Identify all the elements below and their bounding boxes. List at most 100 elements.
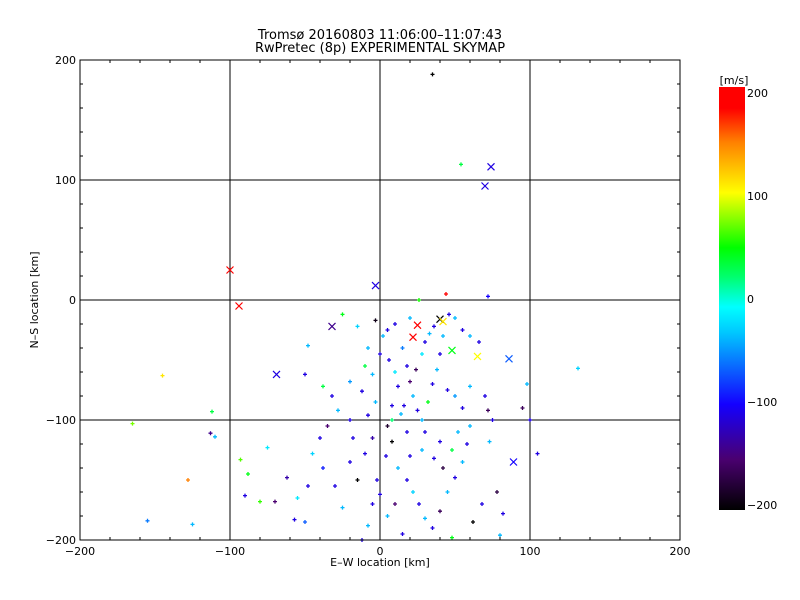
data-point-plus xyxy=(285,475,289,480)
data-point-plus xyxy=(210,409,214,414)
data-point-plus xyxy=(405,364,409,368)
data-point-plus xyxy=(366,346,370,350)
data-point-plus xyxy=(405,478,409,482)
data-point-plus xyxy=(477,340,481,344)
data-point-plus xyxy=(363,364,367,368)
x-tick-label: 200 xyxy=(670,545,691,558)
data-point-plus xyxy=(468,334,472,338)
colorbar-label: [m/s] xyxy=(720,74,749,87)
data-point-plus xyxy=(445,490,450,494)
data-point-plus xyxy=(414,367,418,372)
data-point-plus xyxy=(445,388,450,392)
data-point-plus xyxy=(160,373,165,378)
data-point-plus xyxy=(130,421,135,426)
x-axis-label: E–W location [km] xyxy=(330,556,430,569)
data-point-plus xyxy=(385,424,390,428)
data-point-plus xyxy=(330,394,334,398)
data-point-plus xyxy=(396,384,400,389)
data-point-plus xyxy=(430,382,435,386)
data-point-plus xyxy=(408,454,412,458)
data-point-plus xyxy=(348,460,352,464)
data-point-cross xyxy=(481,182,489,190)
data-point-plus xyxy=(295,496,300,500)
data-point-plus xyxy=(450,448,454,452)
data-point-plus xyxy=(393,502,397,506)
data-point-plus xyxy=(399,412,403,416)
data-point-plus xyxy=(438,352,442,356)
data-point-plus xyxy=(495,490,499,494)
scatter-chart: −200 −100 0 100 200 −200 −100 0 100 200 E–W locat… xyxy=(28,54,777,569)
data-point-plus xyxy=(411,490,415,494)
data-point-plus xyxy=(186,478,190,482)
data-point-plus xyxy=(460,406,465,410)
data-point-plus xyxy=(447,312,451,317)
data-point-plus xyxy=(468,384,472,389)
data-point-plus xyxy=(373,318,378,323)
data-point-plus xyxy=(348,379,352,384)
data-point-plus xyxy=(396,466,400,470)
data-point-plus xyxy=(417,298,421,302)
data-point-plus xyxy=(420,418,424,422)
data-point-cross xyxy=(487,162,495,171)
data-point-plus xyxy=(258,499,262,504)
data-point-plus xyxy=(348,418,352,422)
data-point-plus xyxy=(238,457,243,462)
data-point-plus xyxy=(370,502,375,506)
x-tick-label: 100 xyxy=(520,545,541,558)
data-point-plus xyxy=(292,517,297,522)
data-point-cross xyxy=(328,322,336,331)
data-point-plus xyxy=(438,439,442,444)
data-point-plus xyxy=(576,366,580,371)
data-point-plus xyxy=(426,400,430,404)
data-point-plus xyxy=(441,466,445,470)
data-point-plus xyxy=(528,418,532,422)
data-point-plus xyxy=(430,72,435,77)
axis-ticks: −200 −100 0 100 200−200−1000100200 xyxy=(46,54,691,558)
data-point-plus xyxy=(265,445,270,450)
data-point-plus xyxy=(417,502,421,506)
data-point-plus xyxy=(471,520,475,524)
data-point-plus xyxy=(453,394,457,398)
data-point-plus xyxy=(423,430,427,434)
data-point-plus xyxy=(456,430,460,434)
colorbar xyxy=(719,87,745,510)
data-point-plus xyxy=(360,389,364,394)
data-point-plus xyxy=(366,413,370,418)
data-points xyxy=(130,72,580,542)
data-point-plus xyxy=(480,502,484,506)
data-point-plus xyxy=(378,352,382,356)
data-point-plus xyxy=(387,358,391,362)
data-point-plus xyxy=(535,451,540,456)
data-point-plus xyxy=(303,520,307,524)
data-point-plus xyxy=(390,418,394,422)
data-point-plus xyxy=(370,372,375,377)
data-point-plus xyxy=(468,424,472,428)
data-point-plus xyxy=(498,533,502,538)
data-point-plus xyxy=(336,408,340,413)
data-point-plus xyxy=(393,322,397,326)
data-point-plus xyxy=(435,367,439,372)
y-tick-label: 100 xyxy=(55,174,76,187)
data-point-plus xyxy=(423,340,427,344)
data-point-plus xyxy=(355,478,360,482)
data-point-plus xyxy=(321,384,325,389)
data-point-plus xyxy=(450,535,454,540)
data-point-plus xyxy=(441,334,445,338)
data-point-plus xyxy=(213,434,217,439)
data-point-plus xyxy=(420,352,424,356)
data-point-plus xyxy=(453,316,457,320)
data-point-cross xyxy=(473,352,482,361)
colorbar-tick-label: 0 xyxy=(747,293,754,306)
data-point-plus xyxy=(246,472,250,476)
data-point-cross xyxy=(413,321,422,330)
data-point-plus xyxy=(444,292,448,296)
y-tick-label: 0 xyxy=(69,294,76,307)
data-point-cross xyxy=(272,370,281,379)
data-point-cross xyxy=(505,354,513,363)
data-point-plus xyxy=(411,394,415,398)
data-point-plus xyxy=(303,372,307,377)
data-point-cross xyxy=(439,317,447,326)
data-point-plus xyxy=(400,346,405,350)
y-tick-label: −100 xyxy=(46,414,76,427)
colorbar-tick-label: 100 xyxy=(747,190,768,203)
